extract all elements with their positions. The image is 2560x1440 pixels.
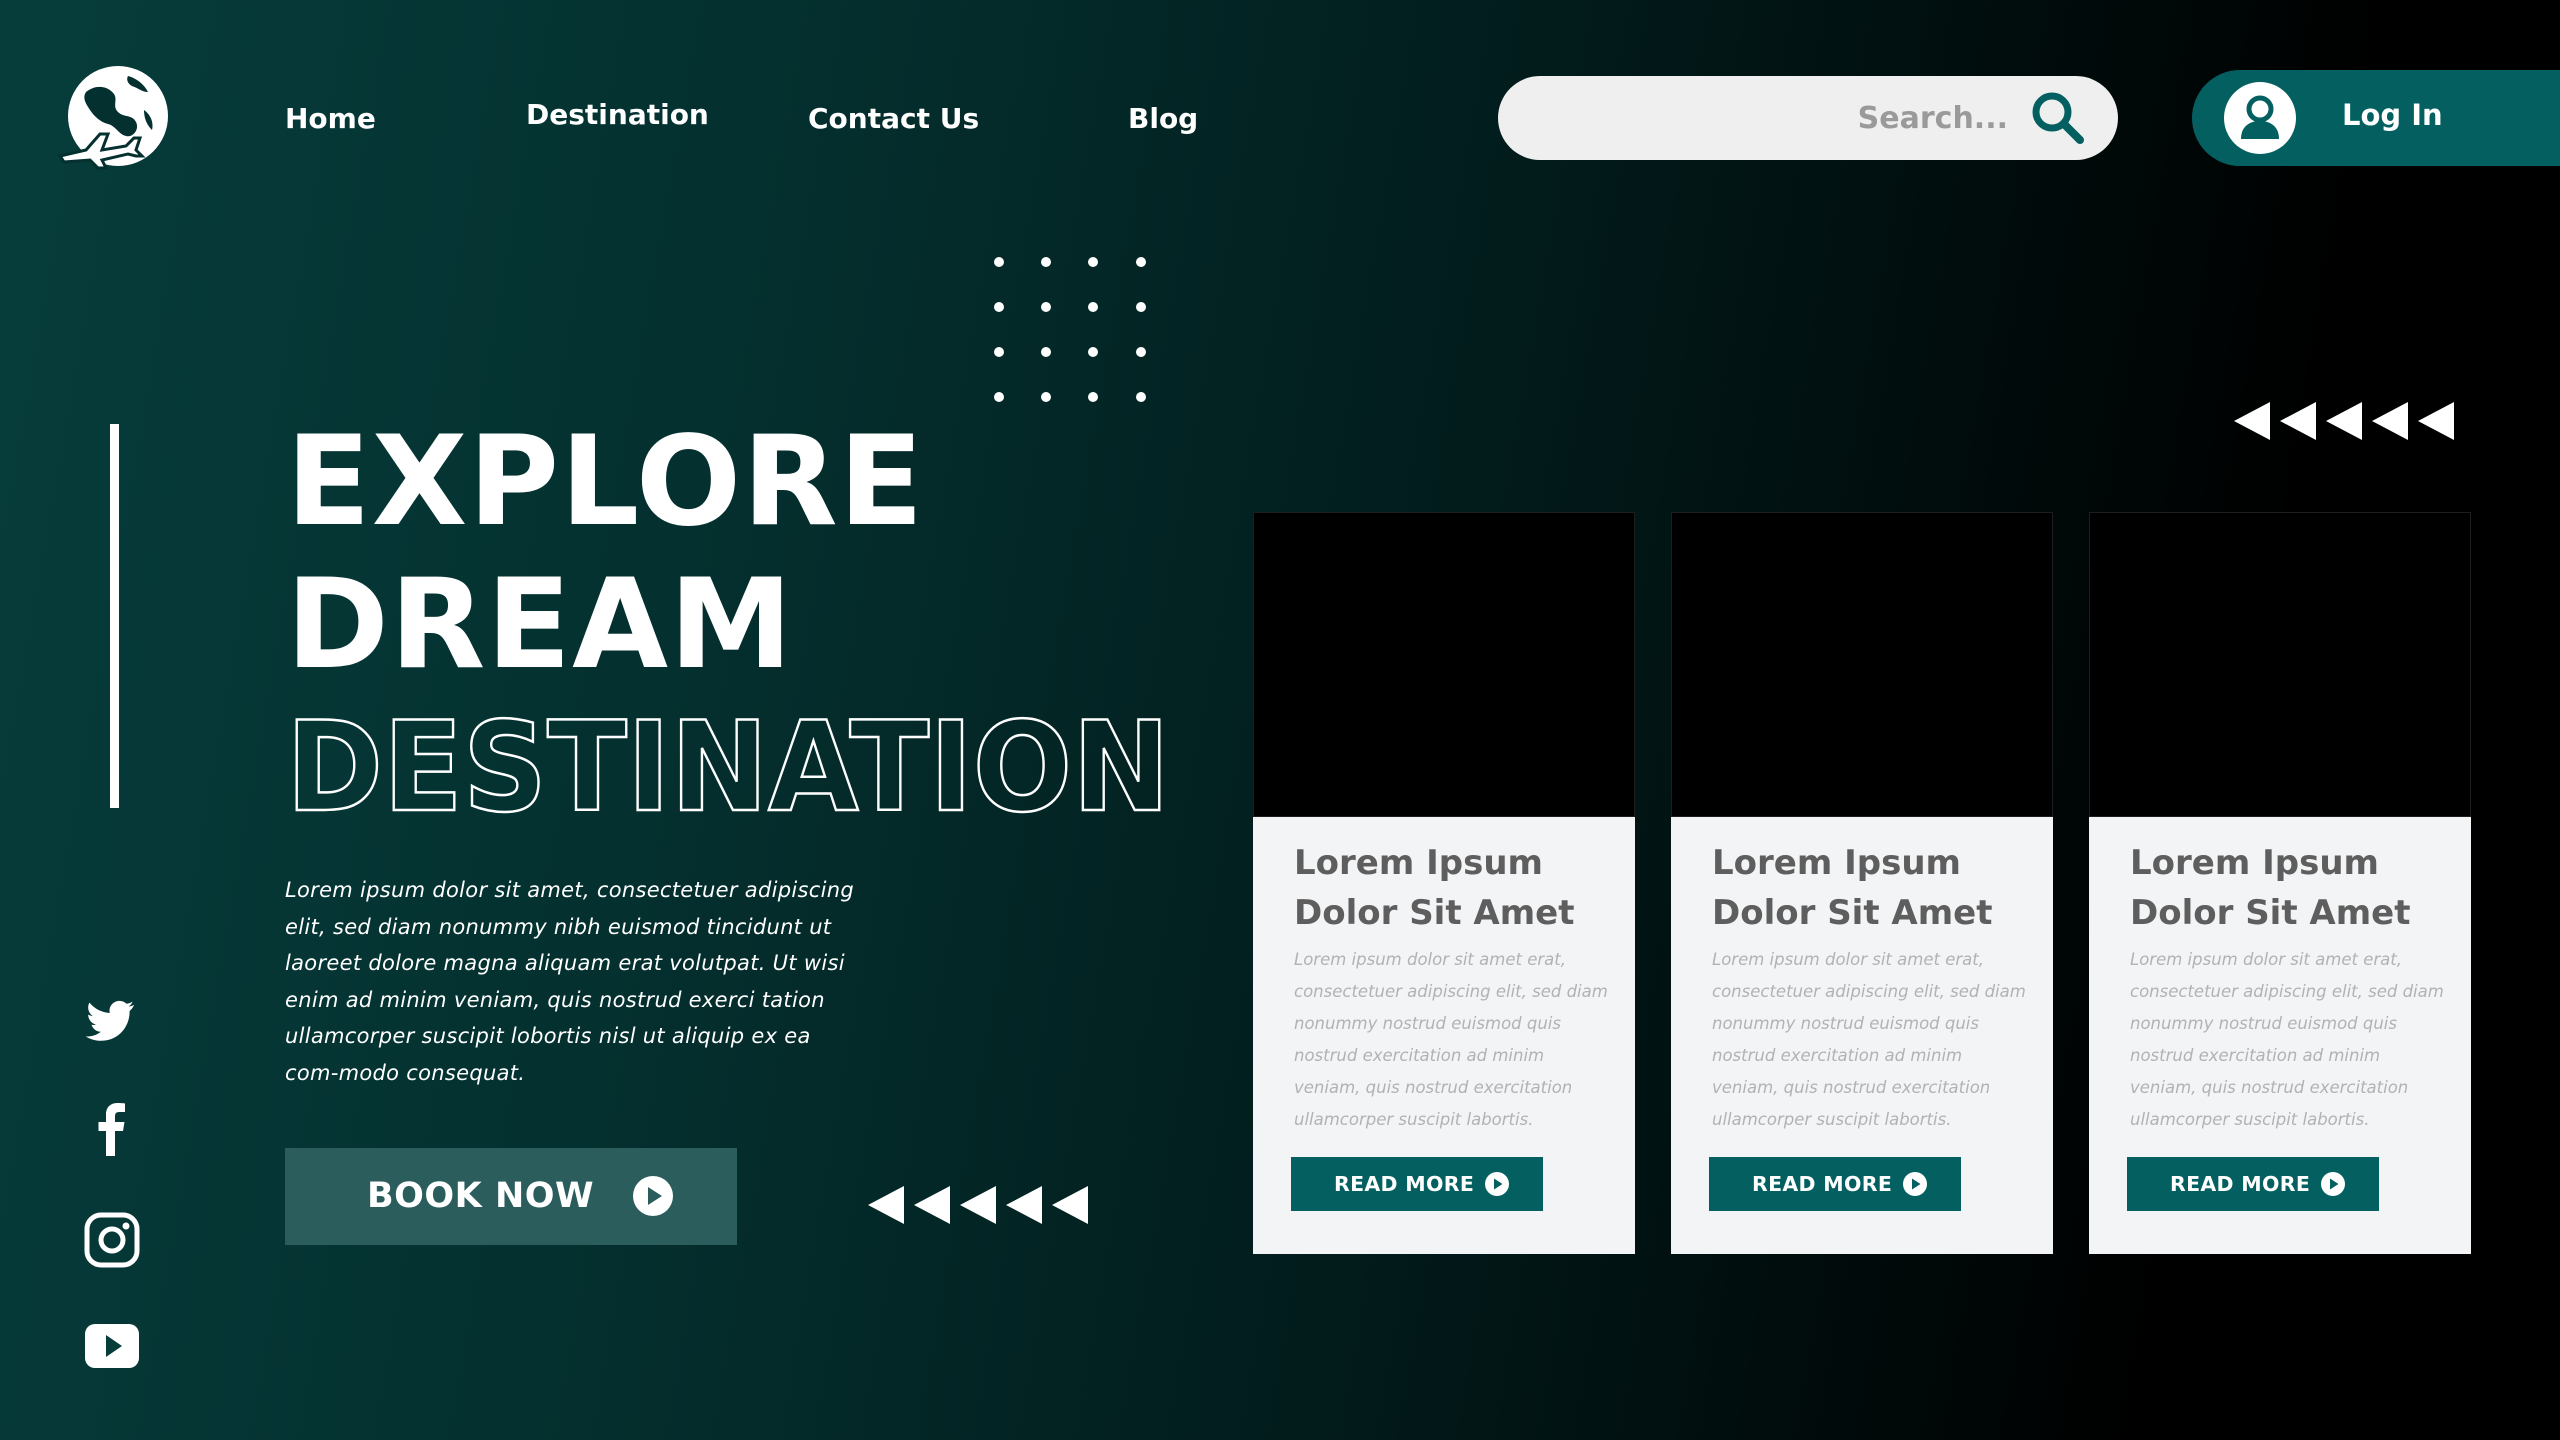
vertical-divider bbox=[110, 424, 119, 808]
nav-contact-us[interactable]: Contact Us bbox=[808, 102, 979, 135]
play-circle-icon bbox=[2321, 1172, 2345, 1196]
card-image bbox=[1253, 512, 1635, 817]
play-circle-icon bbox=[1903, 1172, 1927, 1196]
read-more-label: READ MORE bbox=[1334, 1172, 1475, 1196]
play-circle-icon bbox=[1485, 1172, 1509, 1196]
svg-text:DESTINATION: DESTINATION bbox=[286, 696, 1170, 840]
twitter-icon[interactable] bbox=[84, 996, 140, 1052]
read-more-label: READ MORE bbox=[1752, 1172, 1893, 1196]
cards-prev-arrows[interactable] bbox=[2234, 402, 2458, 440]
search-input[interactable] bbox=[1538, 76, 2008, 160]
book-now-button[interactable]: BOOK NOW bbox=[285, 1148, 737, 1245]
play-circle-icon bbox=[633, 1176, 673, 1216]
read-more-label: READ MORE bbox=[2170, 1172, 2311, 1196]
card-title: Lorem Ipsum Dolor Sit Amet bbox=[2130, 843, 2411, 933]
instagram-icon[interactable] bbox=[84, 1212, 140, 1268]
destination-card: Lorem Ipsum Dolor Sit Amet Lorem ipsum d… bbox=[2089, 512, 2471, 1254]
destination-card: Lorem Ipsum Dolor Sit Amet Lorem ipsum d… bbox=[1253, 512, 1635, 1254]
hero-line-explore: EXPLORE bbox=[286, 410, 925, 554]
carousel-prev-arrows[interactable] bbox=[868, 1186, 1092, 1224]
login-label: Log In bbox=[2342, 98, 2443, 132]
search-icon[interactable] bbox=[2030, 90, 2086, 146]
destination-card: Lorem Ipsum Dolor Sit Amet Lorem ipsum d… bbox=[1671, 512, 2053, 1254]
book-now-label: BOOK NOW bbox=[367, 1176, 595, 1216]
card-text: Lorem ipsum dolor sit amet erat, consect… bbox=[1294, 950, 1608, 1129]
card-image bbox=[2089, 512, 2471, 817]
card-text: Lorem ipsum dolor sit amet erat, consect… bbox=[2130, 950, 2444, 1129]
search-bar bbox=[1498, 76, 2118, 160]
card-title: Lorem Ipsum Dolor Sit Amet bbox=[1294, 843, 1575, 933]
hero-line-destination: DESTINATION bbox=[285, 695, 1172, 842]
nav-blog[interactable]: Blog bbox=[1128, 102, 1198, 135]
hero-line-dream: DREAM bbox=[286, 553, 794, 697]
login-button[interactable]: Log In bbox=[2192, 70, 2560, 166]
nav-destination[interactable]: Destination bbox=[526, 98, 709, 131]
decorative-dots bbox=[994, 257, 1146, 402]
user-icon bbox=[2224, 82, 2296, 154]
facebook-icon[interactable] bbox=[84, 1100, 140, 1156]
card-text: Lorem ipsum dolor sit amet erat, consect… bbox=[1712, 950, 2026, 1129]
card-title: Lorem Ipsum Dolor Sit Amet bbox=[1712, 843, 1993, 933]
nav-home[interactable]: Home bbox=[285, 102, 376, 135]
hero-description: Lorem ipsum dolor sit amet, consectetuer… bbox=[285, 878, 854, 1085]
read-more-button[interactable]: READ MORE bbox=[1291, 1157, 1543, 1211]
youtube-icon[interactable] bbox=[84, 1318, 140, 1374]
read-more-button[interactable]: READ MORE bbox=[1709, 1157, 1961, 1211]
read-more-button[interactable]: READ MORE bbox=[2127, 1157, 2379, 1211]
globe-airplane-icon[interactable] bbox=[56, 64, 172, 172]
card-image bbox=[1671, 512, 2053, 817]
